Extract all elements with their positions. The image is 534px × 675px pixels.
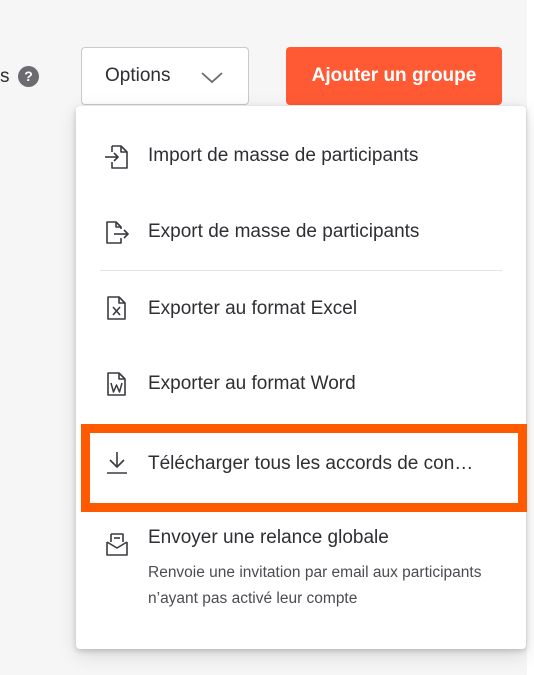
options-dropdown-menu: Import de masse de participants Export d… [76,106,526,649]
menu-item-download-all-agreements[interactable]: Télécharger tous les accords de con… [76,444,526,484]
file-export-icon [104,219,130,247]
help-icon[interactable]: ? [18,66,39,87]
word-file-icon [104,370,130,398]
menu-item-label: Import de masse de participants [148,145,419,166]
chevron-down-icon [200,67,224,87]
menu-divider [100,270,502,271]
file-import-icon [104,143,130,171]
menu-item-label: Exporter au format Word [148,373,356,394]
options-button[interactable]: Options [81,47,249,105]
add-group-button[interactable]: Ajouter un groupe [286,47,502,105]
menu-item-send-global-reminder[interactable]: Envoyer une relance globale Renvoie une … [76,520,526,620]
menu-item-description: Renvoie une invitation par email aux par… [148,564,482,607]
menu-item-label: Envoyer une relance globale [148,527,389,548]
download-icon [104,449,130,477]
menu-item-import-participants[interactable]: Import de masse de participants [76,136,526,176]
excel-file-icon [104,294,130,322]
menu-item-label: Télécharger tous les accords de con… [148,453,474,474]
mail-inbox-icon [104,530,130,558]
partial-toolbar-label: s [0,66,10,87]
menu-item-export-participants[interactable]: Export de masse de participants [76,213,526,253]
menu-item-export-word[interactable]: Exporter au format Word [76,364,526,404]
menu-item-label: Exporter au format Excel [148,298,358,319]
menu-item-label: Export de masse de participants [148,221,420,242]
options-button-label: Options [105,65,171,86]
menu-item-export-excel[interactable]: Exporter au format Excel [76,289,526,329]
page-right-edge [527,0,534,675]
